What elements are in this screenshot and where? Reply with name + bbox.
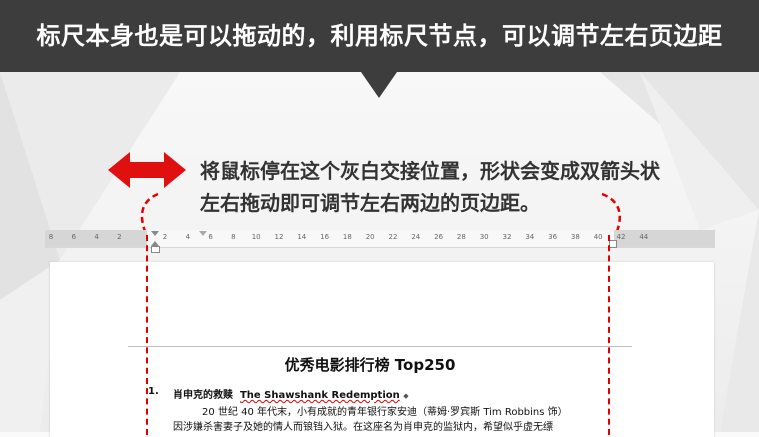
- ruler-tick-label: 42: [616, 233, 626, 241]
- callout-line-2: 左右拖动即可调节左右两边的页边距。: [200, 191, 540, 215]
- document-title: 优秀电影排行榜 Top250: [284, 356, 456, 374]
- double-arrow-icon: [108, 152, 186, 188]
- ruler-tick-label: 28: [456, 233, 466, 241]
- ruler-tick-label: 16: [320, 233, 330, 241]
- right-indent-marker[interactable]: [609, 240, 617, 248]
- ruler-tick-label: 38: [570, 233, 580, 241]
- ruler-tick-label: 34: [525, 233, 535, 241]
- ruler-tick-label: 12: [274, 233, 284, 241]
- ruler-tick-label: 14: [297, 233, 307, 241]
- ruler-tick-label: 2: [162, 233, 168, 241]
- movie-title-en: The Shawshank Redemption: [239, 390, 400, 401]
- ruler-tick-label: 24: [411, 233, 421, 241]
- header-divider-line: [128, 346, 632, 347]
- ruler-tick-label: 26: [434, 233, 444, 241]
- list-number: 1.: [148, 386, 159, 397]
- ruler-tick-label: 44: [639, 233, 649, 241]
- left-indent-marker[interactable]: [151, 246, 160, 253]
- ruler-tick-label: 10: [251, 233, 261, 241]
- paragraph-line-1: 20 世纪 40 年代末，小有成就的青年银行家安迪（蒂姆·罗宾斯 Tim Rob…: [202, 407, 568, 418]
- callout-text: 将鼠标停在这个灰白交接位置，形状会变成双箭头状 左右拖动即可调节左右两边的页边距…: [200, 155, 740, 219]
- ruler-tick-label: 30: [479, 233, 489, 241]
- right-margin-guide: [608, 235, 610, 435]
- banner-pointer: [361, 72, 397, 98]
- ruler-tick-label: 20: [365, 233, 375, 241]
- ruler-tick-label: 8: [231, 233, 236, 241]
- banner-title: 标尺本身也是可以拖动的，利用标尺节点，可以调节左右页边距: [0, 0, 759, 72]
- ruler-tick-label: 8: [48, 233, 54, 241]
- ruler-tick-label: 18: [342, 233, 352, 241]
- ruler-tick-label: 22: [388, 233, 398, 241]
- first-line-indent-marker[interactable]: [151, 231, 159, 236]
- ruler-tick-label: 6: [208, 233, 213, 241]
- left-margin-guide: [146, 235, 148, 435]
- ruler-tick-label: 32: [502, 233, 512, 241]
- paragraph-line-2: 因涉嫌杀害妻子及她的情人而锒铛入狱。在这座名为肖申克的监狱内，希望似乎虚无缥: [173, 422, 553, 433]
- list-item-title: 肖申克的救赎 The Shawshank Redemption ◆: [173, 386, 409, 401]
- callout-line-1: 将鼠标停在这个灰白交接位置，形状会变成双箭头状: [200, 159, 660, 183]
- tab-stop-marker[interactable]: [199, 231, 207, 236]
- ruler-tick-label: 4: [185, 233, 191, 241]
- paragraph-mark-icon: ◆: [403, 392, 409, 400]
- ruler-tick-label: 2: [117, 233, 122, 241]
- ruler-tick-label: 4: [94, 233, 99, 241]
- movie-title-cn: 肖申克的救赎: [173, 390, 233, 401]
- ruler-tick-label: 40: [593, 233, 603, 241]
- ruler-tick-label: 36: [548, 233, 558, 241]
- ruler-right-margin-area[interactable]: [614, 230, 715, 247]
- ruler-tick-label: 6: [71, 233, 77, 241]
